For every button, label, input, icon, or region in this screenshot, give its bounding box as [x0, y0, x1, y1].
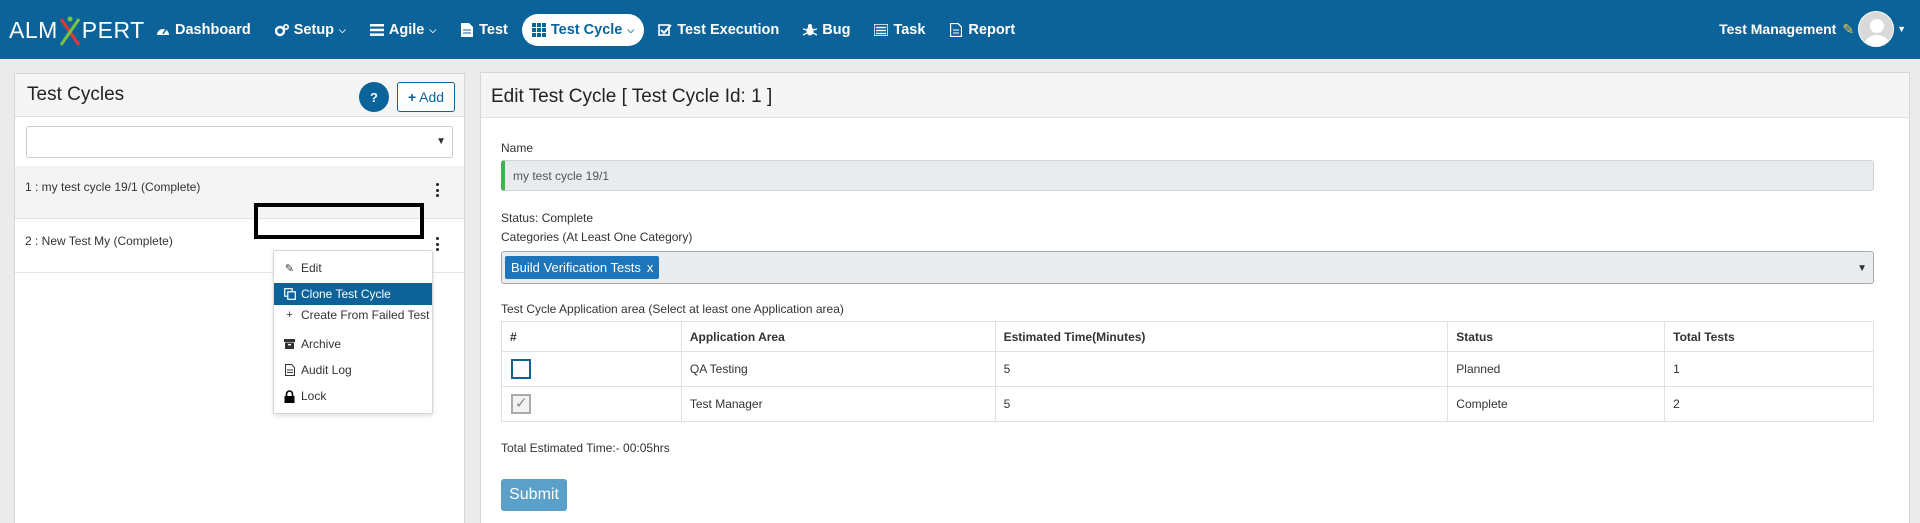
clone-icon [283, 288, 296, 300]
status-text: Status: Complete [501, 211, 594, 225]
col-header: Estimated Time(Minutes) [994, 321, 1449, 352]
menu-item-lock[interactable]: Lock [274, 385, 432, 407]
area-cell: QA Testing [680, 351, 996, 387]
edit-header: Edit Test Cycle [ Test Cycle Id: 1 ] [481, 73, 1909, 118]
table-row: Test Manager 5 Complete 2 [501, 386, 1874, 422]
col-header: Application Area [680, 321, 996, 352]
edit-test-cycle-panel: Edit Test Cycle [ Test Cycle Id: 1 ] Nam… [480, 72, 1910, 523]
row-checkbox-cell [501, 351, 682, 387]
logo-x-icon [59, 15, 81, 46]
total-estimated-time: Total Estimated Time:- 00:05hrs [501, 441, 670, 455]
nav-task[interactable]: Task [864, 14, 935, 46]
check-square-icon [658, 23, 672, 37]
row-checkbox[interactable] [511, 359, 531, 379]
panel-title: Test Cycles [27, 84, 125, 105]
total-cell: 2 [1664, 386, 1874, 422]
nav-agile[interactable]: Agile ⌵ [360, 14, 446, 46]
user-role-label: Test Management [1719, 21, 1837, 37]
status-cell: Planned [1447, 351, 1666, 387]
tasks-icon [874, 23, 889, 37]
chevron-down-icon: ⌵ [429, 24, 437, 35]
logo-text-right: PERT [81, 16, 145, 43]
archive-icon [283, 339, 296, 349]
submit-button[interactable]: Submit [501, 479, 567, 511]
name-field[interactable]: my test cycle 19/1 [501, 160, 1874, 191]
caret-down-icon: ▼ [436, 136, 446, 147]
add-button[interactable]: + Add [397, 82, 455, 112]
area-cell: Test Manager [680, 386, 996, 422]
almxpert-logo[interactable]: ALM PERT [9, 13, 145, 47]
categories-select[interactable]: Build Verification Tests x ▼ [501, 251, 1874, 284]
nav-bug[interactable]: Bug [793, 14, 860, 46]
grid-icon [531, 23, 546, 37]
cogs-icon [274, 23, 289, 37]
page-title: Edit Test Cycle [ Test Cycle Id: 1 ] [491, 86, 773, 107]
file-icon [460, 23, 474, 37]
cycle-context-menu: ✎ Edit Clone Test Cycle + Create From Fa… [273, 250, 433, 414]
nav-test-cycle[interactable]: Test Cycle ⌵ [521, 14, 645, 46]
col-header: Status [1447, 321, 1666, 352]
col-header: # [501, 321, 682, 352]
report-icon [949, 23, 963, 37]
nav-test[interactable]: Test [450, 14, 518, 46]
test-cycles-header: Test Cycles ? + Add [15, 74, 464, 117]
cycle-label: 2 : New Test My (Complete) [25, 234, 173, 248]
menu-item-archive[interactable]: Archive [274, 333, 432, 355]
nav-test-execution[interactable]: Test Execution [648, 14, 789, 46]
categories-label: Categories (At Least One Category) [501, 230, 693, 244]
cycle-label: 1 : my test cycle 19/1 (Complete) [25, 180, 201, 194]
clone-highlight-box [254, 203, 424, 239]
main-nav: Dashboard Setup ⌵ Agile ⌵ Test Test Cycl… [146, 13, 1029, 47]
chevron-down-icon: ⌵ [339, 24, 346, 35]
dashboard-icon [156, 23, 170, 37]
cycle-filter-select[interactable]: ▼ [26, 126, 453, 158]
bug-icon [803, 23, 818, 37]
avatar[interactable] [1858, 11, 1895, 47]
top-navbar: ALM PERT Dashboard Setup ⌵ Agile ⌵ Test [0, 0, 1920, 59]
caret-down-icon: ▼ [1857, 263, 1867, 274]
col-header: Total Tests [1664, 321, 1874, 352]
time-cell: 5 [994, 351, 1449, 387]
pencil-icon: ✎ [284, 262, 295, 275]
row-checkbox-cell [501, 386, 682, 422]
menu-item-edit[interactable]: ✎ Edit [274, 261, 432, 275]
table-row: QA Testing 5 Planned 1 [501, 351, 1874, 387]
menu-item-clone-test-cycle[interactable]: Clone Test Cycle [274, 283, 432, 305]
chevron-down-icon: ⌵ [627, 24, 635, 35]
nav-dashboard[interactable]: Dashboard [146, 14, 261, 46]
status-cell: Complete [1447, 386, 1666, 422]
test-cycles-panel: Test Cycles ? + Add ▼ 1 : my test cycle 1… [14, 73, 465, 523]
table-header-row: # Application Area Estimated Time(Minute… [501, 321, 1874, 352]
category-tag: Build Verification Tests x [505, 256, 660, 279]
app-area-label: Test Cycle Application area (Select at l… [501, 302, 844, 316]
list-icon [369, 23, 384, 37]
pencil-icon[interactable]: ✎ [1842, 21, 1854, 38]
lock-icon [283, 389, 296, 403]
user-menu[interactable]: Test Management ✎ ▼ [1719, 11, 1906, 47]
plus-icon: + [407, 89, 417, 105]
question-icon: ? [370, 89, 378, 105]
kebab-menu-icon[interactable] [434, 183, 440, 197]
file-icon [283, 364, 296, 376]
plus-icon: + [286, 308, 293, 321]
total-cell: 1 [1664, 351, 1874, 387]
kebab-menu-icon[interactable] [434, 237, 440, 251]
help-button[interactable]: ? [359, 82, 389, 112]
nav-report[interactable]: Report [939, 14, 1025, 46]
application-area-table: # Application Area Estimated Time(Minute… [501, 321, 1874, 422]
row-checkbox[interactable] [511, 394, 531, 414]
menu-item-audit-log[interactable]: Audit Log [274, 359, 432, 381]
time-cell: 5 [994, 386, 1449, 422]
logo-text-left: ALM [9, 16, 58, 43]
remove-tag-icon[interactable]: x [647, 260, 654, 275]
chevron-down-icon[interactable]: ▼ [1897, 24, 1906, 34]
nav-setup[interactable]: Setup ⌵ [265, 14, 356, 46]
name-label: Name [501, 141, 534, 155]
menu-item-create-from-failed[interactable]: + Create From Failed Test [274, 308, 432, 321]
